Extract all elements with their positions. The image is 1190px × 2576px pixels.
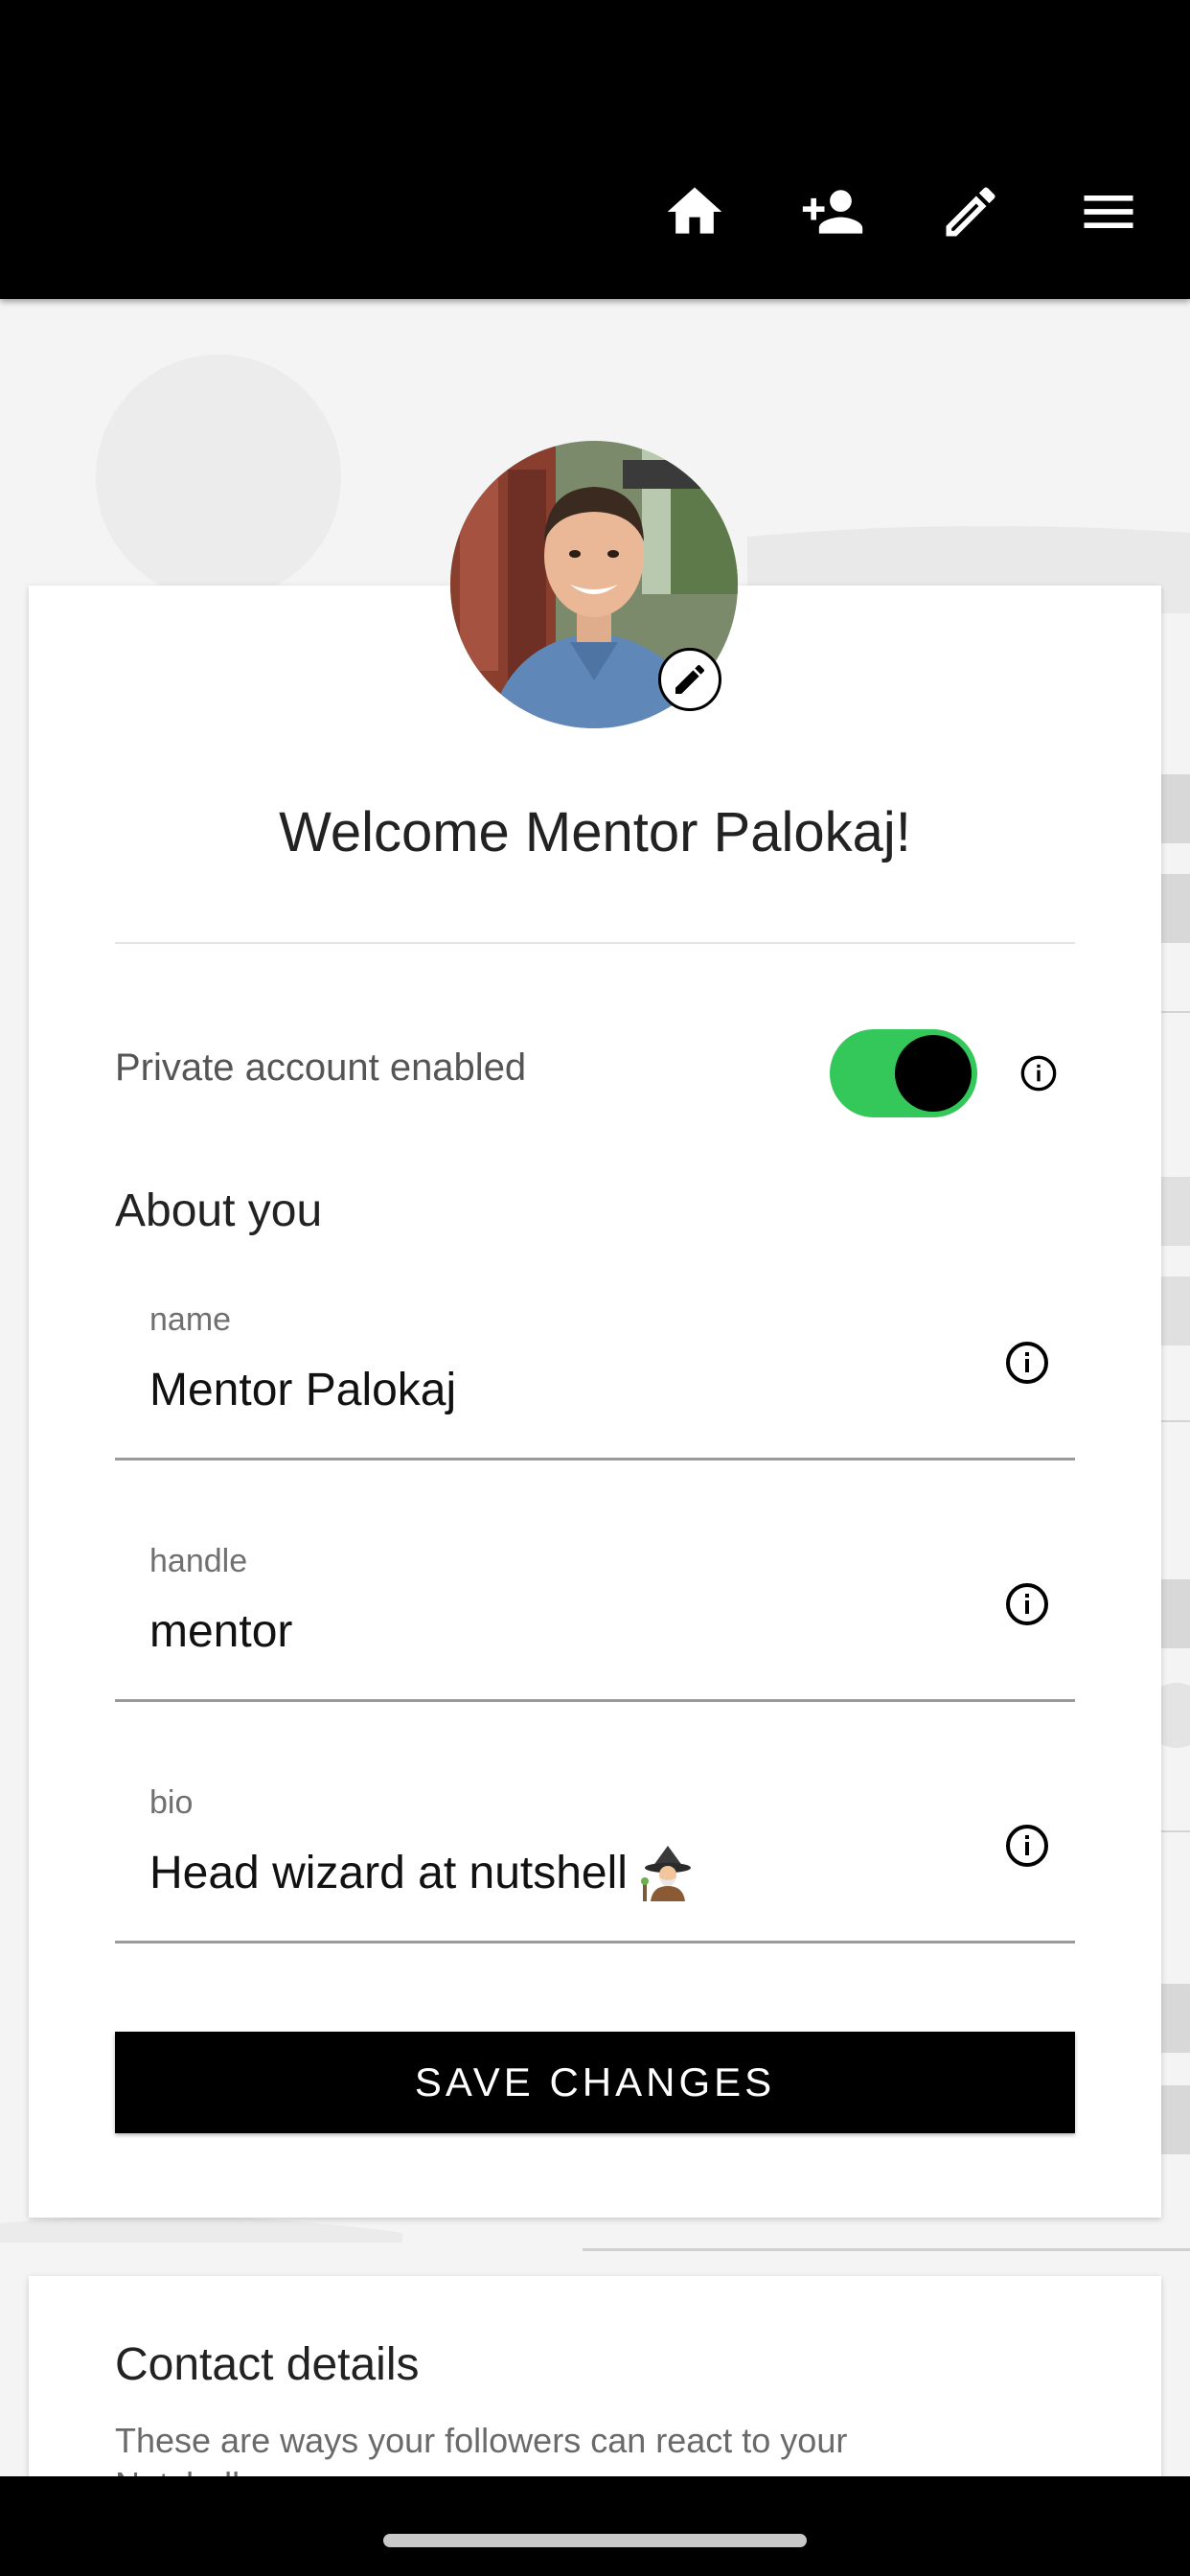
edit-icon[interactable] — [929, 171, 1012, 253]
contact-details-heading: Contact details — [115, 2339, 420, 2390]
pencil-icon — [675, 664, 705, 694]
handle-label: handle — [149, 1543, 248, 1579]
save-changes-button[interactable]: SAVE CHANGES — [115, 2032, 1075, 2133]
wizard-emoji-icon — [640, 1846, 691, 1901]
toggle-knob — [895, 1035, 972, 1112]
home-indicator[interactable] — [383, 2534, 807, 2547]
name-input[interactable] — [149, 1355, 954, 1424]
bio-info-icon[interactable] — [1004, 1823, 1050, 1869]
bio-input[interactable]: Head wizard at nutshell — [149, 1838, 695, 1907]
add-person-icon[interactable] — [791, 171, 874, 253]
handle-info-icon[interactable] — [1004, 1581, 1050, 1627]
divider — [115, 942, 1075, 944]
edit-avatar-button[interactable] — [658, 648, 721, 711]
menu-icon[interactable] — [1067, 171, 1150, 253]
top-nav-bar — [0, 0, 1190, 299]
bio-field: bio Head wizard at nutshell — [115, 1765, 1075, 1944]
name-label: name — [149, 1301, 232, 1338]
about-you-heading: About you — [115, 1185, 323, 1236]
welcome-heading: Welcome Mentor Palokaj! — [279, 801, 911, 863]
private-account-toggle[interactable] — [830, 1029, 977, 1117]
handle-field: handle — [115, 1524, 1075, 1702]
home-icon[interactable] — [653, 171, 736, 253]
bottom-system-bar — [0, 2476, 1190, 2576]
name-info-icon[interactable] — [1004, 1340, 1050, 1386]
private-info-icon[interactable] — [1019, 1054, 1058, 1092]
name-field: name — [115, 1282, 1075, 1460]
bio-text: Head wizard at nutshell — [149, 1847, 628, 1898]
handle-input[interactable] — [149, 1597, 954, 1666]
private-account-label: Private account enabled — [115, 1046, 527, 1089]
bio-label: bio — [149, 1784, 194, 1821]
